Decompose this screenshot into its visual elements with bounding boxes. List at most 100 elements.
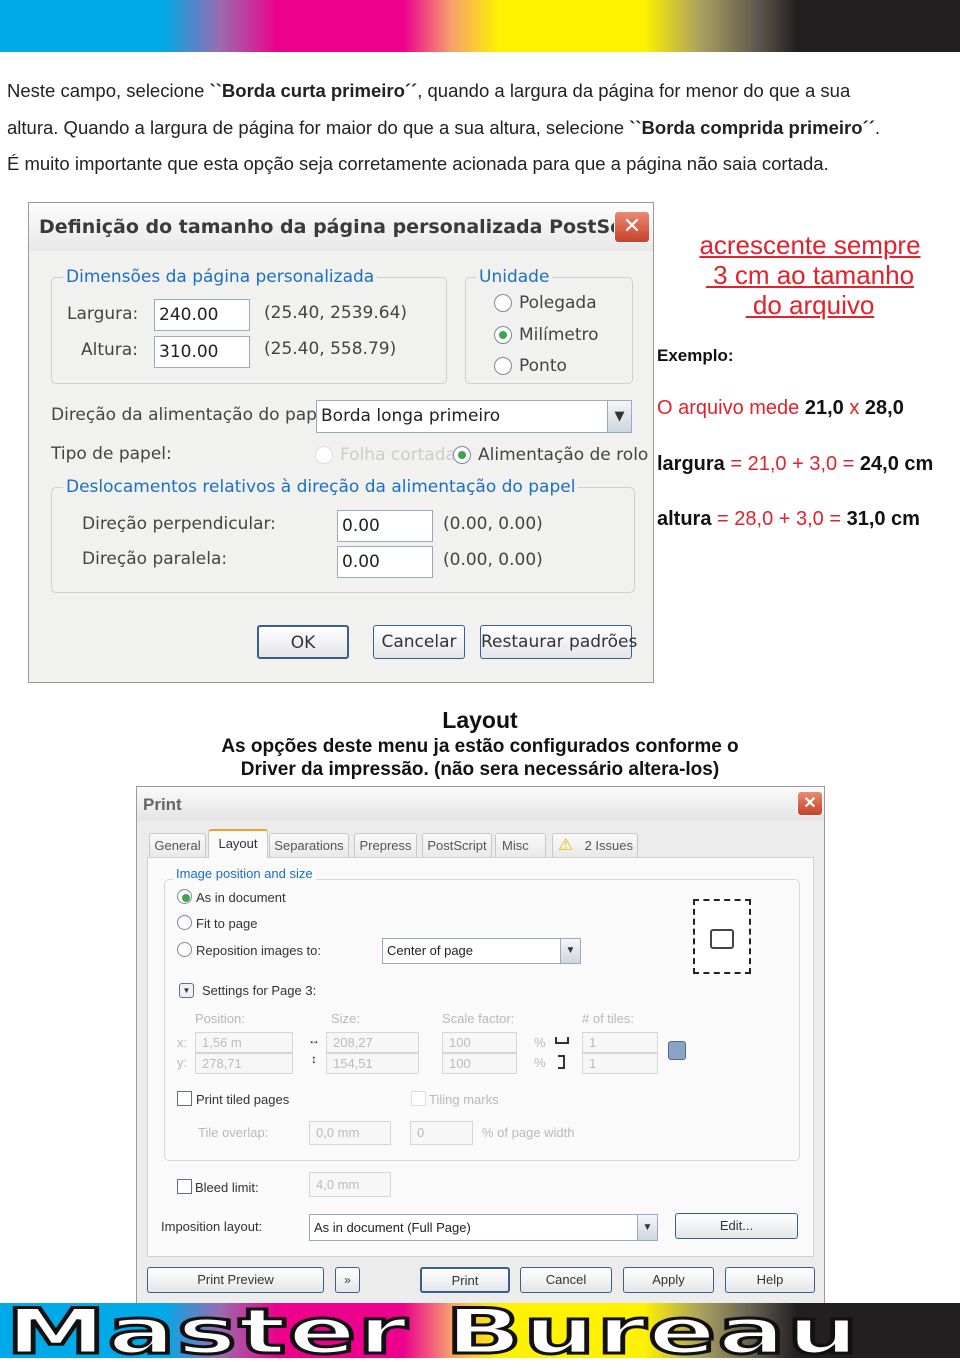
width-label: Largura: (67, 304, 139, 324)
parallel-input[interactable]: 0.00 (337, 546, 433, 578)
tab-general[interactable]: General (149, 833, 206, 857)
vertical-tiles-icon (558, 1055, 565, 1069)
custom-page-size-dialog: Definição do tamanho da página personali… (28, 202, 654, 683)
radio-as-in-document[interactable] (177, 889, 192, 904)
radio-roll-feed[interactable] (453, 446, 471, 464)
brand-logo: Master Bureau (4, 1294, 861, 1368)
text: O arquivo mede (657, 397, 805, 419)
note-line-2: 3 cm ao tamanho (705, 260, 915, 290)
radio-as-in-document-label: As in document (196, 890, 286, 905)
scale-x-spinbox[interactable]: 100 (442, 1032, 517, 1053)
chevron-down-icon[interactable]: ▼ (637, 1215, 657, 1240)
position-x-spinbox[interactable]: 1,56 m (195, 1032, 293, 1053)
tiling-marks-checkbox[interactable] (411, 1091, 426, 1106)
print-tiled-checkbox[interactable] (177, 1091, 192, 1106)
apply-button[interactable]: Apply (623, 1267, 714, 1293)
settings-page-label: Settings for Page 3: (202, 983, 317, 998)
bleed-limit-checkbox[interactable] (177, 1179, 192, 1194)
print-button[interactable]: Print (420, 1267, 510, 1293)
radio-fit-to-page[interactable] (177, 915, 192, 930)
imposition-label: Imposition layout: (161, 1219, 263, 1234)
radio-point[interactable] (494, 357, 512, 375)
note-line-3: do arquivo (745, 290, 875, 320)
value: 24,0 cm (859, 453, 934, 475)
tiles-x-spinbox[interactable]: 1 (582, 1032, 658, 1053)
radio-reposition[interactable] (177, 942, 192, 957)
perpendicular-range: (0.00, 0.00) (443, 514, 543, 534)
tab-layout[interactable]: Layout (208, 829, 268, 858)
example-line-3: altura = 28,0 + 3,0 = 31,0 cm (657, 508, 920, 531)
text: = 21,0 + 3,0 = (724, 453, 860, 475)
perpendicular-input[interactable]: 0.00 (337, 510, 433, 542)
cancel-button[interactable]: Cancel (520, 1267, 612, 1293)
radio-cut-sheet[interactable] (315, 446, 333, 464)
print-dialog: Print ✕ General Layout Separations Prepr… (136, 786, 825, 1304)
lock-icon[interactable] (668, 1041, 686, 1060)
tiles-y-spinbox[interactable]: 1 (582, 1053, 658, 1074)
percent-y: % (534, 1055, 546, 1070)
title-bar (137, 787, 824, 821)
intro-line-3: É muito importante que esta opção seja c… (7, 153, 829, 174)
size-label: Size: (331, 1011, 360, 1026)
reposition-value: Center of page (387, 943, 474, 958)
tile-overlap-spinbox[interactable]: 0,0 mm (309, 1121, 391, 1145)
imposition-select[interactable]: As in document (Full Page) ▼ (309, 1214, 658, 1241)
layout-heading: Layout (442, 707, 518, 733)
expand-preview-icon[interactable]: » (335, 1267, 360, 1293)
text: altura. Quando a largura de página for m… (7, 117, 630, 138)
chevron-down-icon[interactable]: ▼ (607, 401, 631, 432)
layout-desc-2: Driver da impressão. (não sera necessári… (240, 759, 720, 780)
layout-desc-1: As opções deste menu ja estão configurad… (221, 736, 739, 757)
scale-label: Scale factor: (442, 1011, 515, 1026)
scale-y-spinbox[interactable]: 100 (442, 1053, 517, 1074)
warning-icon: ⚠ (558, 835, 574, 854)
radio-fit-to-page-label: Fit to page (196, 916, 258, 931)
chevron-down-icon[interactable]: ▼ (560, 939, 580, 963)
width-arrows-icon: ↔ (308, 1033, 320, 1047)
width-input[interactable]: 240.00 (154, 299, 250, 331)
page-preview-icon (693, 899, 751, 974)
ok-button[interactable]: OK (257, 625, 349, 659)
text: , quando a largura da página for menor d… (417, 80, 851, 101)
position-y-spinbox[interactable]: 278,71 (195, 1053, 293, 1074)
reposition-select[interactable]: Center of page ▼ (382, 938, 581, 964)
size-width-spinbox[interactable]: 208,27 (326, 1032, 419, 1053)
bleed-limit-spinbox[interactable]: 4,0 mm (309, 1172, 391, 1197)
paper-type-label: Tipo de papel: (51, 444, 172, 464)
feed-direction-label: Direção da alimentação do papel: (51, 405, 338, 425)
cancel-button[interactable]: Cancelar (373, 625, 465, 659)
radio-inch-label: Polegada (519, 293, 597, 313)
perpendicular-label: Direção perpendicular: (82, 514, 276, 534)
print-preview-button[interactable]: Print Preview (147, 1267, 324, 1293)
feed-direction-select[interactable]: Borda longa primeiro ▼ (316, 400, 632, 433)
tab-issues[interactable]: ⚠ 2 Issues (552, 833, 638, 857)
tab-prepress[interactable]: Prepress (354, 833, 417, 857)
intro-line-1: Neste campo, selecione ``Borda curta pri… (7, 80, 850, 102)
value: 31,0 cm (846, 508, 920, 530)
help-button[interactable]: Help (725, 1267, 815, 1293)
imposition-value: As in document (Full Page) (314, 1220, 471, 1235)
label: largura (657, 453, 725, 475)
tab-separations[interactable]: Separations (269, 833, 349, 857)
tiles-label: # of tiles: (582, 1011, 635, 1026)
restore-defaults-button[interactable]: Restaurar padrões (480, 625, 637, 659)
tile-overlap-percent-spinbox[interactable]: 0 (410, 1121, 473, 1145)
expand-collapse-icon[interactable]: ▼ (179, 983, 194, 998)
cmyk-gradient-bar (0, 0, 960, 52)
radio-cut-sheet-label: Folha cortada (340, 445, 456, 465)
tab-misc[interactable]: Misc (495, 833, 546, 857)
close-button[interactable]: ✕ (614, 211, 650, 243)
bleed-limit-label: Bleed limit: (195, 1180, 259, 1195)
edit-button[interactable]: Edit... (675, 1213, 798, 1239)
radio-millimeter[interactable] (494, 326, 512, 344)
offset-legend: Deslocamentos relativos à direção da ali… (63, 477, 579, 497)
tab-postscript[interactable]: PostScript (422, 833, 492, 857)
close-button[interactable]: ✕ (797, 791, 823, 816)
unit-legend: Unidade (476, 267, 553, 287)
dimensions-legend: Dimensões da página personalizada (63, 267, 378, 287)
size-height-spinbox[interactable]: 154,51 (326, 1053, 419, 1074)
value: 28,0 (864, 397, 904, 419)
parallel-label: Direção paralela: (82, 549, 228, 569)
height-input[interactable]: 310.00 (154, 336, 250, 368)
radio-inch[interactable] (494, 294, 512, 312)
